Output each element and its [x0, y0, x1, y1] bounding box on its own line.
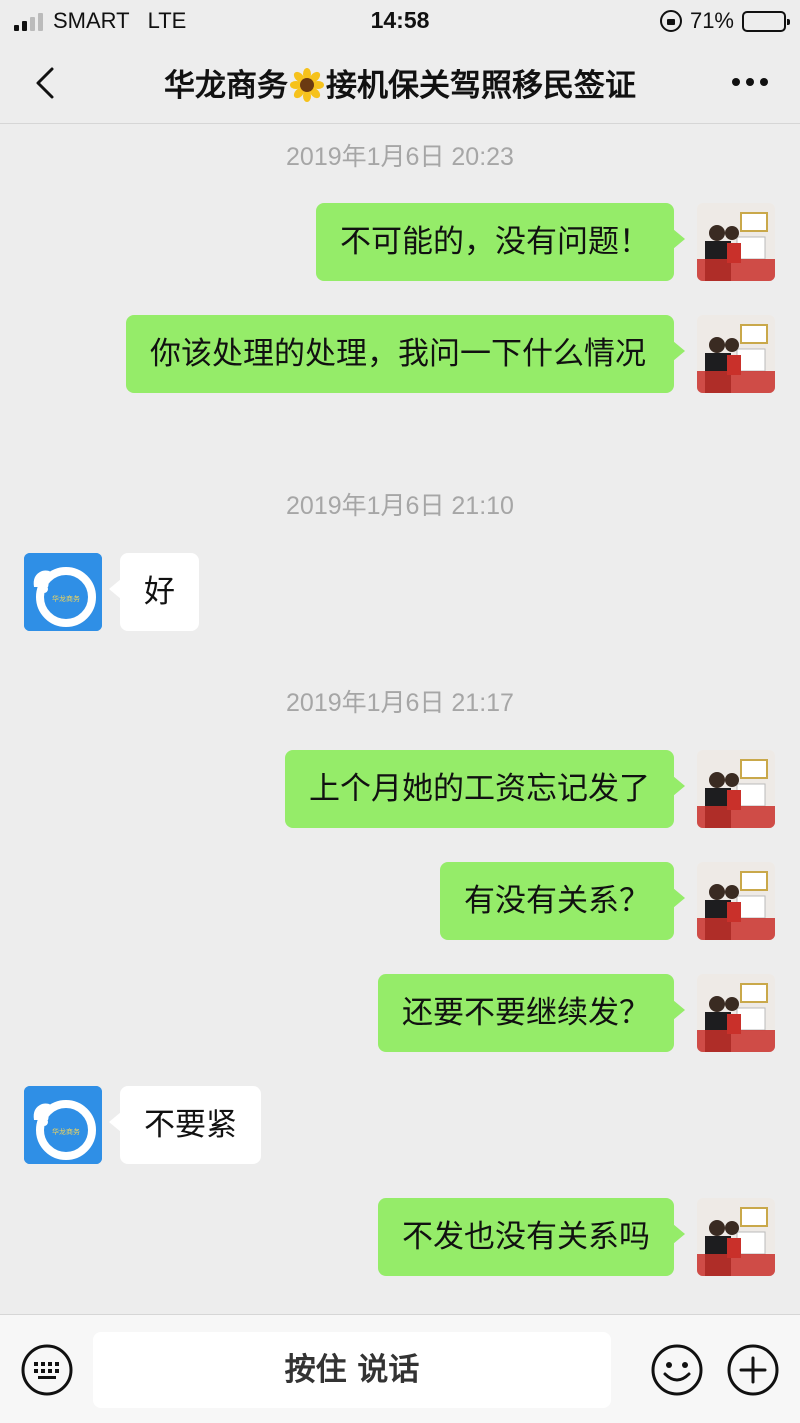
orientation-lock-icon — [659, 10, 682, 32]
message-bubble-sent[interactable]: 有没有关系？ — [440, 862, 685, 940]
message-bubble-received[interactable]: 好 — [109, 553, 199, 631]
my-avatar[interactable] — [697, 974, 775, 1052]
plus-icon[interactable] — [726, 1343, 780, 1397]
timestamp: 2019年1月6日 21:17 — [286, 689, 514, 717]
chat-title-part2: 接机保关驾照移民签证 — [326, 68, 636, 104]
emoji-icon[interactable] — [650, 1343, 704, 1397]
svg-text:华龙商务: 华龙商务 — [52, 594, 80, 603]
status-bar: SMART LTE 14:58 71% — [0, 0, 800, 42]
dragon-logo-icon: 华龙商务 — [24, 1086, 102, 1164]
my-avatar[interactable] — [697, 862, 775, 940]
message-bubble-sent[interactable]: 还要不要继续发？ — [378, 974, 685, 1052]
status-right: 71% — [659, 8, 790, 34]
message-list[interactable]: 2019年1月6日 20:23 不可能的，没有问题！ 你该处理的处理，我问一下什… — [0, 124, 800, 1314]
avatar-photo-icon — [697, 315, 775, 393]
avatar-photo-icon — [697, 1198, 775, 1276]
battery-percent: 71% — [689, 8, 734, 33]
svg-text:华龙商务: 华龙商务 — [52, 1127, 80, 1136]
contact-avatar[interactable]: 华龙商务 — [24, 553, 102, 631]
message-bubble-sent[interactable]: 不可能的，没有问题！ — [316, 203, 685, 281]
avatar-photo-icon — [697, 862, 775, 940]
my-avatar[interactable] — [697, 315, 775, 393]
timestamp: 2019年1月6日 20:23 — [286, 143, 514, 171]
input-toolbar: 按住 说话 — [0, 1314, 800, 1423]
message-bubble-received[interactable]: 不要紧 — [109, 1086, 261, 1164]
chat-header: 华龙商务 接机保关驾照移民签证 — [0, 42, 800, 124]
my-avatar[interactable] — [697, 203, 775, 281]
sunflower-icon — [290, 68, 324, 102]
avatar-photo-icon — [697, 203, 775, 281]
chat-title-part1: 华龙商务 — [164, 68, 288, 104]
avatar-photo-icon — [697, 974, 775, 1052]
keyboard-icon[interactable] — [20, 1343, 74, 1397]
my-avatar[interactable] — [697, 1198, 775, 1276]
my-avatar[interactable] — [697, 750, 775, 828]
back-arrow-icon[interactable] — [30, 66, 64, 100]
timestamp: 2019年1月6日 21:10 — [286, 492, 514, 520]
chat-title: 华龙商务 接机保关驾照移民签证 — [100, 60, 700, 105]
more-options-icon[interactable] — [730, 76, 770, 88]
contact-avatar[interactable]: 华龙商务 — [24, 1086, 102, 1164]
message-bubble-sent[interactable]: 你该处理的处理，我问一下什么情况 — [126, 315, 685, 393]
message-bubble-sent[interactable]: 不发也没有关系吗 — [378, 1198, 685, 1276]
hold-to-talk-button[interactable]: 按住 说话 — [93, 1332, 611, 1408]
dragon-logo-icon: 华龙商务 — [24, 553, 102, 631]
message-bubble-sent[interactable]: 上个月她的工资忘记发了 — [285, 750, 685, 828]
avatar-photo-icon — [697, 750, 775, 828]
battery-icon — [742, 10, 790, 32]
